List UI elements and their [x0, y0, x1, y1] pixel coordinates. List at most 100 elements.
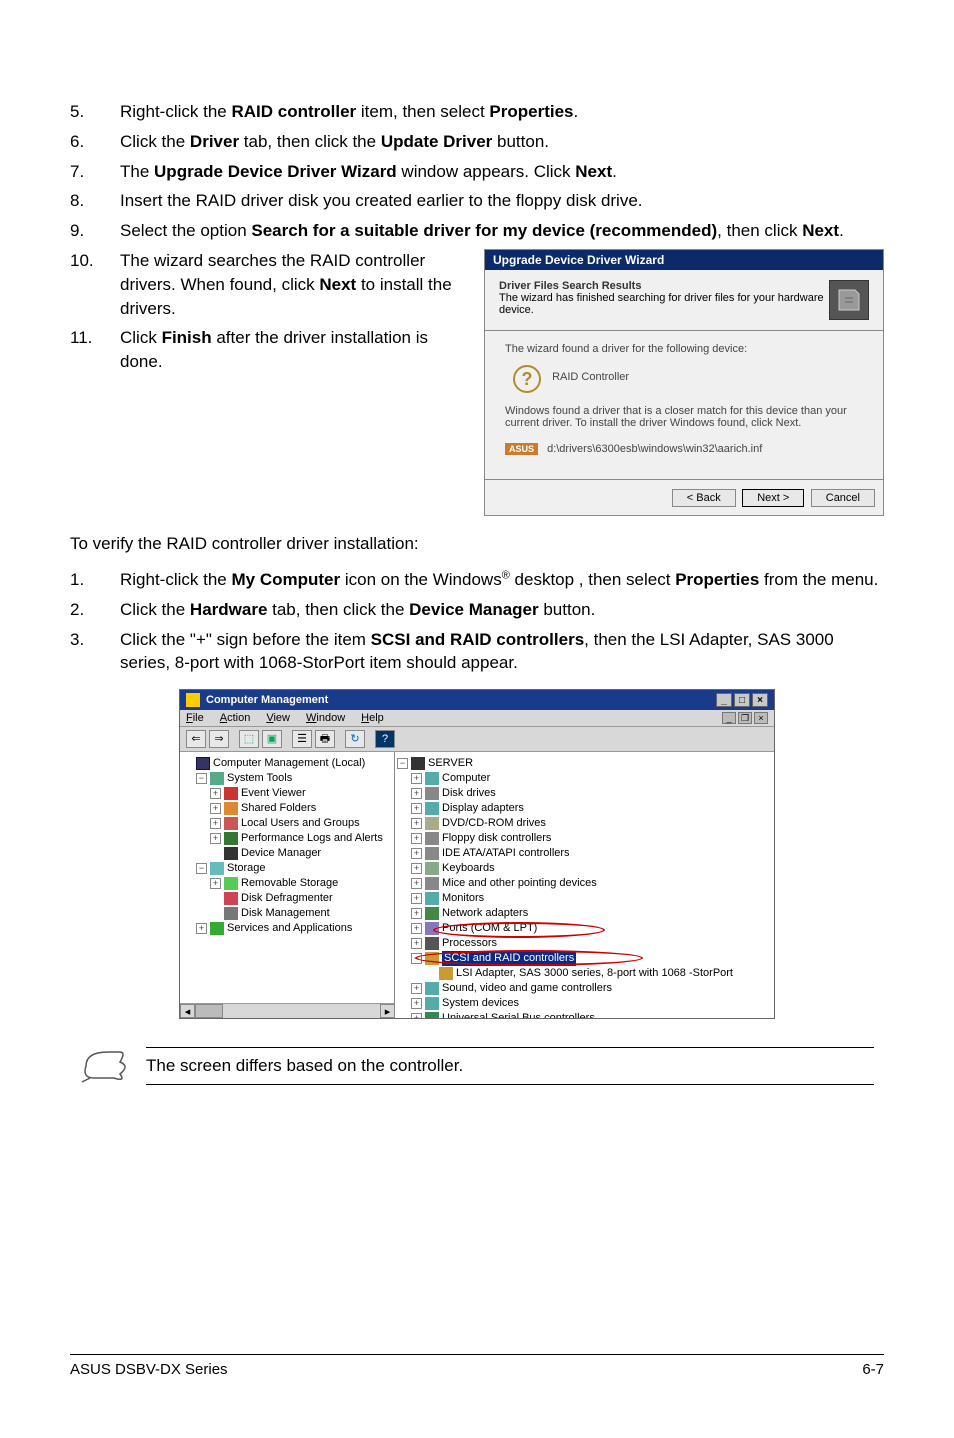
- tree-expander[interactable]: +: [411, 833, 422, 844]
- cancel-button[interactable]: Cancel: [811, 489, 875, 507]
- tree-node-icon: [425, 772, 439, 785]
- tree-expander[interactable]: +: [411, 878, 422, 889]
- tree-item[interactable]: +Shared Folders: [182, 801, 392, 816]
- tree-item[interactable]: + Mice and other pointing devices: [397, 876, 772, 891]
- tree-expander[interactable]: −: [196, 863, 207, 874]
- tree-item[interactable]: +Universal Serial Bus controllers: [397, 1011, 772, 1018]
- tree-item[interactable]: Disk Defragmenter: [182, 891, 392, 906]
- driver-path: d:\drivers\6300esb\windows\win32\aarich.…: [547, 443, 762, 455]
- tree-expander[interactable]: +: [210, 803, 221, 814]
- tree-item[interactable]: +Keyboards: [397, 861, 772, 876]
- tree-item[interactable]: +Display adapters: [397, 801, 772, 816]
- tree-expander[interactable]: +: [411, 983, 422, 994]
- tree-item[interactable]: +Sound, video and game controllers: [397, 981, 772, 996]
- note-icon: [80, 1048, 128, 1084]
- menu-view[interactable]: View: [266, 712, 290, 724]
- computer-management-window: Computer Management _ □ × FileActionView…: [179, 689, 775, 1019]
- tree-item[interactable]: +Services and Applications: [182, 921, 392, 936]
- tree-item[interactable]: +IDE ATA/ATAPI controllers: [397, 846, 772, 861]
- tree-item[interactable]: −System Tools: [182, 771, 392, 786]
- tree-expander[interactable]: +: [411, 848, 422, 859]
- tree-expander[interactable]: +: [411, 803, 422, 814]
- tree-label: Mice and other pointing devices: [442, 876, 597, 891]
- tree-node-icon: [224, 907, 238, 920]
- mdi-close-button[interactable]: ×: [754, 712, 768, 724]
- tree-expander[interactable]: +: [411, 788, 422, 799]
- tree-item[interactable]: +Monitors: [397, 891, 772, 906]
- show-hide-button[interactable]: ▣: [262, 730, 282, 748]
- tree-item[interactable]: +Disk drives: [397, 786, 772, 801]
- tree-item[interactable]: +DVD/CD-ROM drives: [397, 816, 772, 831]
- step-8: 8.Insert the RAID driver disk you create…: [70, 189, 884, 213]
- tree-item[interactable]: +Network adapters: [397, 906, 772, 921]
- tree-expander[interactable]: +: [411, 818, 422, 829]
- tree-expander[interactable]: +: [210, 833, 221, 844]
- next-button[interactable]: Next >: [742, 489, 804, 507]
- tree-expander[interactable]: +: [411, 998, 422, 1009]
- menu-help[interactable]: Help: [361, 712, 384, 724]
- tree-expander[interactable]: +: [411, 908, 422, 919]
- wizard-subheading: The wizard has finished searching for dr…: [499, 292, 829, 316]
- close-button[interactable]: ×: [752, 693, 768, 707]
- back-button[interactable]: < Back: [672, 489, 736, 507]
- scroll-right-button[interactable]: ▸: [380, 1004, 395, 1018]
- right-tree-pane[interactable]: −SERVER+Computer+Disk drives+Display ada…: [395, 752, 774, 1018]
- print-button[interactable]: 🖶: [315, 730, 335, 748]
- scroll-left-button[interactable]: ◂: [180, 1004, 195, 1018]
- tree-label: Performance Logs and Alerts: [241, 831, 383, 846]
- tree-item[interactable]: LSI Adapter, SAS 3000 series, 8-port wit…: [397, 966, 772, 981]
- tree-item[interactable]: −SCSI and RAID controllers: [397, 951, 772, 966]
- tree-node-icon: [224, 847, 238, 860]
- tree-node-icon: [425, 907, 439, 920]
- left-tree-pane[interactable]: Computer Management (Local)−System Tools…: [180, 752, 395, 1018]
- tree-expander[interactable]: −: [196, 773, 207, 784]
- tree-item[interactable]: Computer Management (Local): [182, 756, 392, 771]
- tree-expander[interactable]: +: [411, 893, 422, 904]
- tree-expander[interactable]: −: [411, 953, 422, 964]
- compmgmt-icon: [186, 693, 200, 707]
- tree-item[interactable]: +Floppy disk controllers: [397, 831, 772, 846]
- tree-item[interactable]: +System devices: [397, 996, 772, 1011]
- tree-item[interactable]: −SERVER: [397, 756, 772, 771]
- tree-node-icon: [425, 847, 439, 860]
- tree-expander[interactable]: +: [411, 773, 422, 784]
- menu-file[interactable]: File: [186, 712, 204, 724]
- tree-expander[interactable]: −: [397, 758, 408, 769]
- minimize-button[interactable]: _: [716, 693, 732, 707]
- tree-expander[interactable]: +: [196, 923, 207, 934]
- wizard-titlebar: Upgrade Device Driver Wizard: [485, 250, 883, 270]
- tree-expander[interactable]: +: [411, 863, 422, 874]
- maximize-button[interactable]: □: [734, 693, 750, 707]
- tree-item[interactable]: +Removable Storage: [182, 876, 392, 891]
- tree-expander[interactable]: +: [210, 878, 221, 889]
- help-button[interactable]: ?: [375, 730, 395, 748]
- tree-item[interactable]: + Performance Logs and Alerts: [182, 831, 392, 846]
- tree-item[interactable]: +Event Viewer: [182, 786, 392, 801]
- nav-forward-button[interactable]: ⇒: [209, 730, 229, 748]
- refresh-button[interactable]: ↻: [345, 730, 365, 748]
- menu-action[interactable]: Action: [220, 712, 251, 724]
- tree-node-icon: [210, 772, 224, 785]
- tree-expander[interactable]: +: [411, 923, 422, 934]
- up-button[interactable]: ⬚: [239, 730, 259, 748]
- menu-window[interactable]: Window: [306, 712, 345, 724]
- mdi-restore-button[interactable]: ❐: [738, 712, 752, 724]
- tree-expander[interactable]: +: [411, 1013, 422, 1018]
- mdi-minimize-button[interactable]: _: [722, 712, 736, 724]
- tree-item[interactable]: +Local Users and Groups: [182, 816, 392, 831]
- tree-node-icon: [425, 982, 439, 995]
- step-11: 11. Click Finish after the driver instal…: [70, 326, 468, 374]
- tree-item[interactable]: −Storage: [182, 861, 392, 876]
- tree-item[interactable]: +Computer: [397, 771, 772, 786]
- tree-item[interactable]: Device Manager: [182, 846, 392, 861]
- properties-button[interactable]: ☰: [292, 730, 312, 748]
- note-text: The screen differs based on the controll…: [146, 1047, 874, 1085]
- nav-back-button[interactable]: ⇐: [186, 730, 206, 748]
- tree-item[interactable]: Disk Management: [182, 906, 392, 921]
- tree-expander[interactable]: +: [210, 818, 221, 829]
- tree-expander[interactable]: +: [210, 788, 221, 799]
- tree-item[interactable]: +Processors: [397, 936, 772, 951]
- tree-expander[interactable]: +: [411, 938, 422, 949]
- scroll-thumb[interactable]: [195, 1004, 223, 1018]
- tree-item[interactable]: +Ports (COM & LPT): [397, 921, 772, 936]
